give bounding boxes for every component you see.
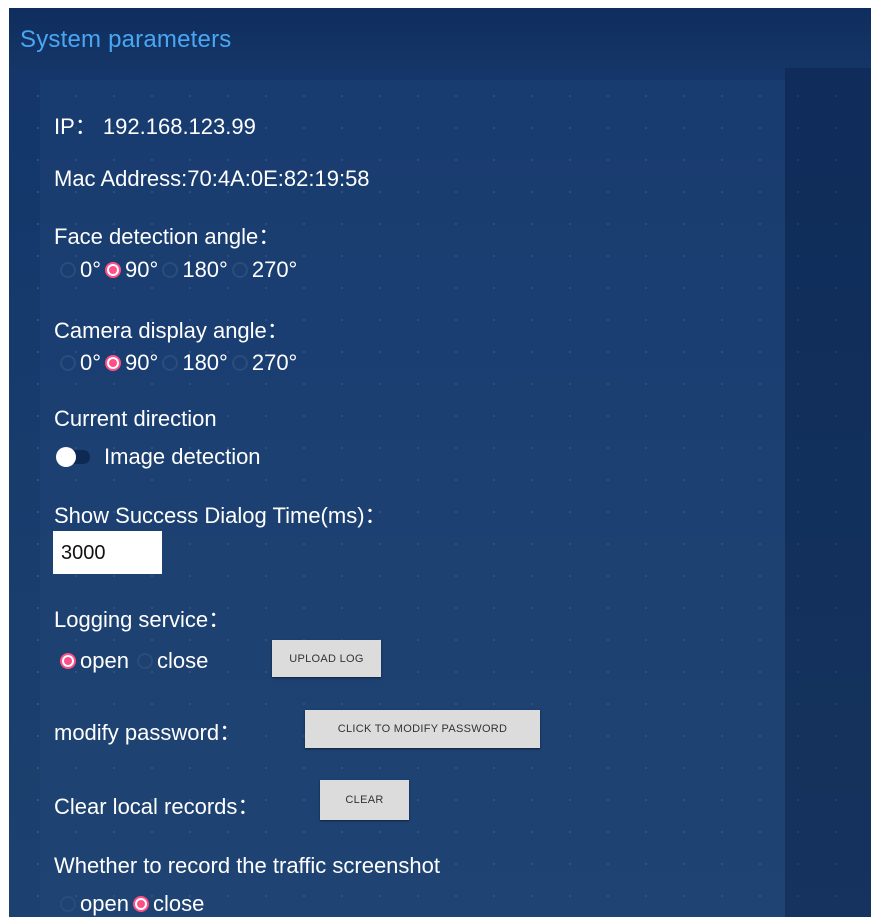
camera-angle-180-radio[interactable]: 180° bbox=[162, 350, 228, 376]
clear-button[interactable]: CLEAR bbox=[320, 780, 409, 820]
mac-address: Mac Address:70:4A:0E:82:19:58 bbox=[54, 166, 370, 191]
ip-value: 192.168.123.99 bbox=[102, 114, 256, 139]
ip-row: IP： 192.168.123.99 bbox=[54, 109, 256, 141]
face-angle-0-radio[interactable]: 0° bbox=[60, 257, 101, 283]
traffic-screenshot-radio-group: open close bbox=[60, 891, 208, 917]
success-dialog-label: Show Success Dialog Time(ms)： bbox=[54, 503, 387, 528]
face-detection-label: Face detection angle： bbox=[54, 224, 281, 249]
radio-checked-icon bbox=[132, 896, 149, 912]
ip-label: IP： bbox=[54, 114, 97, 139]
radio-unchecked-icon bbox=[60, 262, 76, 278]
switch-knob bbox=[56, 447, 76, 467]
traffic-screenshot-label: Whether to record the traffic screenshot bbox=[54, 853, 440, 878]
face-angle-270-radio[interactable]: 270° bbox=[231, 257, 297, 283]
logging-service-label: Logging service： bbox=[54, 607, 231, 632]
image-detection-label: Image detection bbox=[104, 444, 261, 469]
radio-unchecked-icon bbox=[60, 896, 76, 912]
radio-unchecked-icon bbox=[162, 262, 179, 278]
radio-unchecked-icon bbox=[231, 262, 248, 278]
logging-radio-group: open close bbox=[60, 648, 212, 674]
camera-display-label: Camera display angle： bbox=[54, 318, 289, 343]
face-angle-90-radio[interactable]: 90° bbox=[105, 257, 158, 283]
page-title: System parameters bbox=[20, 26, 232, 53]
success-dialog-time-input[interactable]: 3000 bbox=[53, 531, 162, 574]
logging-close-radio[interactable]: close bbox=[136, 648, 208, 674]
camera-display-radio-group: 0° 90° 180° 270° bbox=[60, 350, 301, 376]
right-margin bbox=[785, 68, 871, 917]
current-direction-label: Current direction bbox=[54, 406, 217, 431]
radio-checked-icon bbox=[60, 653, 76, 669]
radio-checked-icon bbox=[105, 262, 122, 278]
radio-unchecked-icon bbox=[231, 355, 248, 371]
face-angle-180-radio[interactable]: 180° bbox=[162, 257, 228, 283]
camera-angle-270-radio[interactable]: 270° bbox=[231, 350, 297, 376]
logging-open-radio[interactable]: open bbox=[60, 648, 129, 674]
camera-angle-90-radio[interactable]: 90° bbox=[105, 350, 158, 376]
upload-log-button[interactable]: UPLOAD LOG bbox=[272, 640, 381, 677]
settings-screen: System parameters IP： 192.168.123.99 Mac… bbox=[9, 8, 871, 917]
face-detection-radio-group: 0° 90° 180° 270° bbox=[60, 257, 301, 283]
traffic-close-radio[interactable]: close bbox=[132, 891, 204, 917]
traffic-open-radio[interactable]: open bbox=[60, 891, 129, 917]
radio-unchecked-icon bbox=[136, 653, 153, 669]
image-detection-switch[interactable] bbox=[56, 447, 90, 467]
radio-unchecked-icon bbox=[60, 355, 76, 371]
radio-checked-icon bbox=[105, 355, 122, 371]
camera-angle-0-radio[interactable]: 0° bbox=[60, 350, 101, 376]
modify-password-button[interactable]: CLICK TO MODIFY PASSWORD bbox=[305, 710, 540, 748]
title-bar: System parameters bbox=[9, 8, 871, 68]
clear-records-label: Clear local records： bbox=[54, 794, 260, 819]
image-detection-toggle-row: Image detection bbox=[56, 444, 261, 470]
modify-password-label: modify password： bbox=[54, 720, 242, 745]
radio-unchecked-icon bbox=[162, 355, 179, 371]
